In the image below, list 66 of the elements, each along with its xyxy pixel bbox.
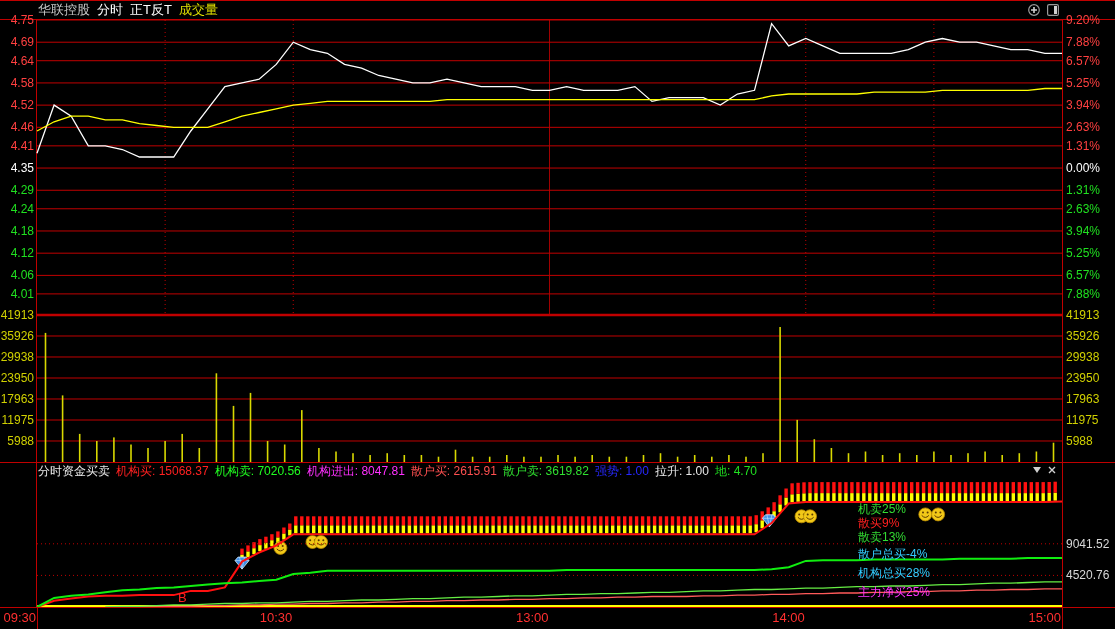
axis-label: 17963	[1066, 392, 1100, 406]
time-label: 15:00	[1028, 611, 1061, 625]
axis-label: 23950	[0, 371, 34, 385]
axis-label: 4.01	[10, 286, 34, 301]
axis-label: 0.00%	[1066, 161, 1101, 176]
axis-label: 1.31%	[1066, 183, 1101, 198]
indicator-value: 地: 4.70	[714, 464, 757, 478]
axis-label: 4.12	[10, 246, 34, 261]
indicator-value: 散户卖: 3619.82	[502, 464, 589, 478]
axis-label: 4.29	[10, 183, 34, 198]
indicator-value: 机构进出: 8047.81	[306, 464, 405, 478]
view-tab[interactable]: 分时	[97, 2, 123, 18]
axis-label: 29938	[0, 350, 34, 364]
axis-label: 41913	[0, 308, 34, 322]
axis-label: 4.46	[10, 120, 34, 135]
axis-label: 4520.76	[1066, 568, 1110, 583]
axis-label: 41913	[1066, 308, 1100, 322]
axis-label: 4.35	[10, 161, 34, 176]
axis-label: 4.06	[10, 268, 34, 283]
indicator-value: 散户买: 2615.91	[410, 464, 497, 478]
signal-label: B	[178, 591, 187, 605]
axis-label: 5988	[1066, 434, 1093, 448]
axis-label: 29938	[1066, 350, 1100, 364]
legend-label: 散卖13%	[858, 530, 907, 544]
axis-label: 35926	[1066, 329, 1100, 343]
axis-label: 7.88%	[1066, 35, 1101, 50]
time-label: 10:30	[259, 611, 293, 625]
time-label: 13:00	[515, 611, 549, 625]
axis-label: 5.25%	[1066, 246, 1101, 261]
axis-label: 1.31%	[1066, 138, 1101, 153]
indicator-title: 分时资金买卖	[38, 464, 110, 478]
legend-label: 散买9%	[858, 516, 900, 530]
axis-label: 5.25%	[1066, 75, 1101, 90]
stock-name: 华联控股	[38, 2, 90, 18]
indicator-value: 机构买: 15068.37	[116, 464, 209, 478]
axis-label: 35926	[0, 329, 34, 343]
legend-label: 机构总买28%	[858, 566, 931, 580]
indicator-value: 机构卖: 7020.56	[214, 464, 301, 478]
axis-label: 4.69	[10, 35, 34, 50]
axis-label: 6.57%	[1066, 53, 1101, 68]
legend-label: 散户总买-4%	[858, 547, 928, 561]
axis-label: 4.18	[10, 223, 34, 238]
axis-label: 4.24	[10, 201, 34, 216]
indicator-tab[interactable]: 成交量	[178, 2, 218, 18]
axis-label: 23950	[1066, 371, 1100, 385]
axis-label: 4.52	[10, 98, 34, 113]
legend-label: 机卖25%	[858, 502, 907, 516]
axis-label: 11975	[1066, 413, 1099, 427]
axis-label: 4.64	[10, 53, 34, 68]
time-label: 09:30	[3, 611, 36, 625]
view-tab[interactable]: 正T反T	[130, 2, 172, 18]
axis-label: 6.57%	[1066, 268, 1101, 283]
axis-label: 11975	[1, 413, 34, 427]
axis-label: 5988	[7, 434, 34, 448]
axis-label: 17963	[0, 392, 34, 406]
axis-label: 4.41	[10, 138, 34, 153]
axis-label: 2.63%	[1066, 201, 1101, 216]
axis-label: 9041.52	[1066, 536, 1110, 551]
indicator-value: 强势: 1.00	[594, 464, 649, 478]
indicator-value: 拉升: 1.00	[654, 464, 709, 478]
axis-label: 7.88%	[1066, 286, 1101, 301]
time-label: 14:00	[772, 611, 805, 625]
axis-label: 2.63%	[1066, 120, 1101, 135]
axis-label: 3.94%	[1066, 98, 1101, 113]
axis-label: 3.94%	[1066, 223, 1101, 238]
axis-label: 4.58	[10, 75, 34, 90]
